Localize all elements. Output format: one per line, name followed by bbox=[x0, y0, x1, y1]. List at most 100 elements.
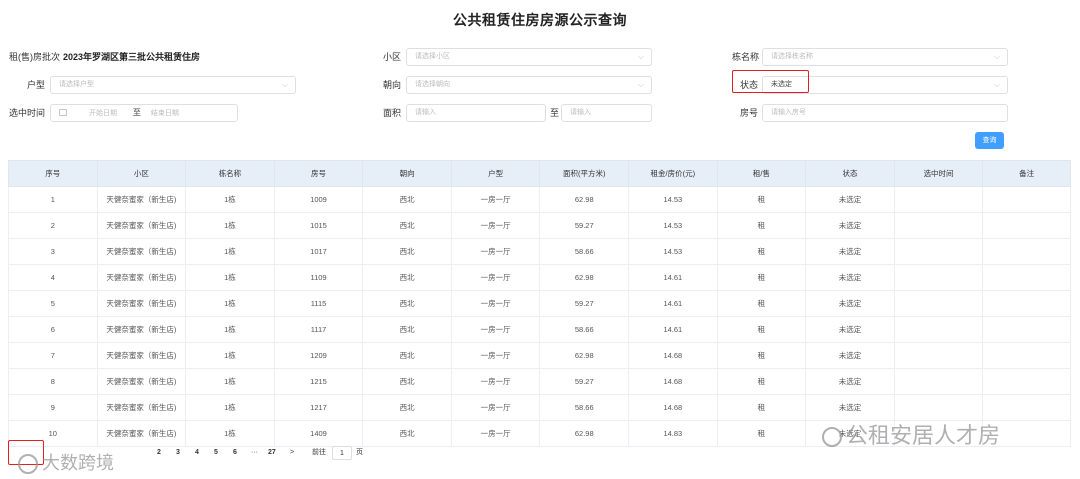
area-min-input[interactable]: 请输入 bbox=[406, 104, 546, 122]
table-cell bbox=[982, 212, 1071, 239]
table-cell bbox=[893, 212, 984, 239]
table-cell: 天健奈蜜家（新生店) bbox=[96, 368, 187, 395]
orientation-select[interactable]: 请选择朝向 ⌵ bbox=[406, 76, 652, 94]
page-unit-label: 页 bbox=[356, 449, 363, 456]
table-cell: 天健奈蜜家（新生店) bbox=[96, 420, 187, 447]
table-cell: 1215 bbox=[273, 368, 364, 395]
table-cell: 59.27 bbox=[539, 368, 630, 395]
table-row: 5 天健奈蜜家（新生店) 1栋 1115 西北 一房一厅 59.27 14.61 租未选定 bbox=[8, 290, 1071, 317]
table-cell: 西北 bbox=[362, 290, 452, 317]
status-highlight-box bbox=[732, 70, 809, 93]
column-header: 小区 bbox=[96, 160, 187, 187]
column-header: 租金/房价(元) bbox=[628, 160, 718, 187]
table-row: 9 天健奈蜜家（新生店) 1栋 1217 西北 一房一厅 58.66 14.68 租未选定 bbox=[8, 394, 1071, 421]
table-cell: 未选定 bbox=[805, 290, 895, 317]
table-row: 6 天健奈蜜家（新生店) 1栋 1117 西北 一房一厅 58.66 14.61 租未选定 bbox=[8, 316, 1071, 343]
table-cell: 租 bbox=[716, 342, 807, 369]
table-cell: 天健奈蜜家（新生店) bbox=[96, 290, 187, 317]
table-cell: 西北 bbox=[362, 394, 452, 421]
page-link[interactable]: 5 bbox=[214, 446, 218, 460]
table-cell: 未选定 bbox=[805, 368, 895, 395]
page-ellipsis[interactable]: ··· bbox=[251, 446, 258, 460]
orientation-placeholder: 请选择朝向 bbox=[415, 81, 450, 88]
chevron-down-icon: ⌵ bbox=[993, 52, 1000, 61]
batch-value: 2023年罗湖区第三批公共租赁住房 bbox=[63, 52, 201, 62]
watermark-left-text: 大数跨境 bbox=[42, 453, 114, 473]
page-link[interactable]: 6 bbox=[233, 446, 237, 460]
table-cell: 1009 bbox=[273, 186, 364, 213]
table-cell: 天健奈蜜家（新生店) bbox=[96, 238, 187, 265]
date-range-picker[interactable]: 开始日期 至 结束日期 bbox=[50, 104, 238, 122]
orientation-label: 朝向 bbox=[383, 80, 402, 90]
table-cell: 3 bbox=[8, 238, 98, 265]
table-cell: 1栋 bbox=[185, 368, 275, 395]
table-cell: 租 bbox=[716, 394, 807, 421]
table-cell: 西北 bbox=[362, 420, 452, 447]
next-page-button[interactable]: > bbox=[290, 446, 294, 460]
table-cell: 天健奈蜜家（新生店) bbox=[96, 186, 187, 213]
table-cell: 62.98 bbox=[539, 186, 630, 213]
page-link-last[interactable]: 27 bbox=[268, 446, 276, 460]
table-cell: 62.98 bbox=[539, 264, 630, 291]
table-cell: 一房一厅 bbox=[450, 186, 541, 213]
unit-type-placeholder: 请选择户型 bbox=[59, 81, 94, 88]
table-cell: 1栋 bbox=[185, 394, 275, 421]
table-cell: 58.66 bbox=[539, 394, 630, 421]
table-cell: 7 bbox=[8, 342, 98, 369]
table-cell: 未选定 bbox=[805, 238, 895, 265]
table-cell: 租 bbox=[716, 264, 807, 291]
selected-time-label: 选中时间 bbox=[9, 108, 46, 118]
table-cell bbox=[982, 394, 1071, 421]
page-link[interactable]: 2 bbox=[157, 446, 161, 460]
table-cell: 1117 bbox=[273, 316, 364, 343]
chevron-down-icon: ⌵ bbox=[637, 52, 644, 61]
table-cell: 1115 bbox=[273, 290, 364, 317]
query-button[interactable]: 查询 bbox=[975, 132, 1004, 149]
area-label: 面积 bbox=[383, 108, 402, 118]
table-cell: 天健奈蜜家（新生店) bbox=[96, 316, 187, 343]
chevron-down-icon: ⌵ bbox=[993, 80, 1000, 89]
table-cell: 一房一厅 bbox=[450, 342, 541, 369]
table-cell: 14.83 bbox=[628, 420, 718, 447]
column-header: 房号 bbox=[273, 160, 364, 187]
table-cell: 一房一厅 bbox=[450, 238, 541, 265]
table-cell: 1栋 bbox=[185, 342, 275, 369]
table-cell: 1栋 bbox=[185, 290, 275, 317]
area-max-placeholder: 请输入 bbox=[570, 109, 591, 116]
table-cell: 一房一厅 bbox=[450, 420, 541, 447]
table-cell bbox=[982, 342, 1071, 369]
table-cell: 14.68 bbox=[628, 394, 718, 421]
table-cell: 租 bbox=[716, 290, 807, 317]
column-header: 栋名称 bbox=[185, 160, 275, 187]
unit-type-select[interactable]: 请选择户型 ⌵ bbox=[50, 76, 296, 94]
table-cell: 14.53 bbox=[628, 186, 718, 213]
room-input[interactable]: 请输入房号 bbox=[762, 104, 1008, 122]
table-cell: 2 bbox=[8, 212, 98, 239]
chevron-down-icon: ⌵ bbox=[281, 80, 288, 89]
table-cell bbox=[893, 290, 984, 317]
table-cell: 租 bbox=[716, 316, 807, 343]
table-cell: 西北 bbox=[362, 342, 452, 369]
room-label: 房号 bbox=[740, 108, 759, 118]
page-link[interactable]: 3 bbox=[176, 446, 180, 460]
goto-page-input[interactable]: 1 bbox=[332, 446, 352, 460]
area-max-input[interactable]: 请输入 bbox=[561, 104, 652, 122]
table-cell: 1409 bbox=[273, 420, 364, 447]
table-cell bbox=[893, 316, 984, 343]
table-cell: 58.66 bbox=[539, 316, 630, 343]
table-cell: 59.27 bbox=[539, 290, 630, 317]
area-min-placeholder: 请输入 bbox=[415, 109, 436, 116]
table-cell bbox=[982, 316, 1071, 343]
page-link[interactable]: 4 bbox=[195, 446, 199, 460]
community-label: 小区 bbox=[383, 52, 402, 62]
table-cell bbox=[982, 238, 1071, 265]
column-header: 备注 bbox=[982, 160, 1071, 187]
community-select[interactable]: 请选择小区 ⌵ bbox=[406, 48, 652, 66]
table-cell: 一房一厅 bbox=[450, 368, 541, 395]
table-cell: 租 bbox=[716, 368, 807, 395]
table-cell: 1栋 bbox=[185, 238, 275, 265]
building-select[interactable]: 请选择栋名称 ⌵ bbox=[762, 48, 1008, 66]
building-label: 栋名称 bbox=[732, 52, 760, 62]
table-cell: 1015 bbox=[273, 212, 364, 239]
table-cell: 西北 bbox=[362, 316, 452, 343]
